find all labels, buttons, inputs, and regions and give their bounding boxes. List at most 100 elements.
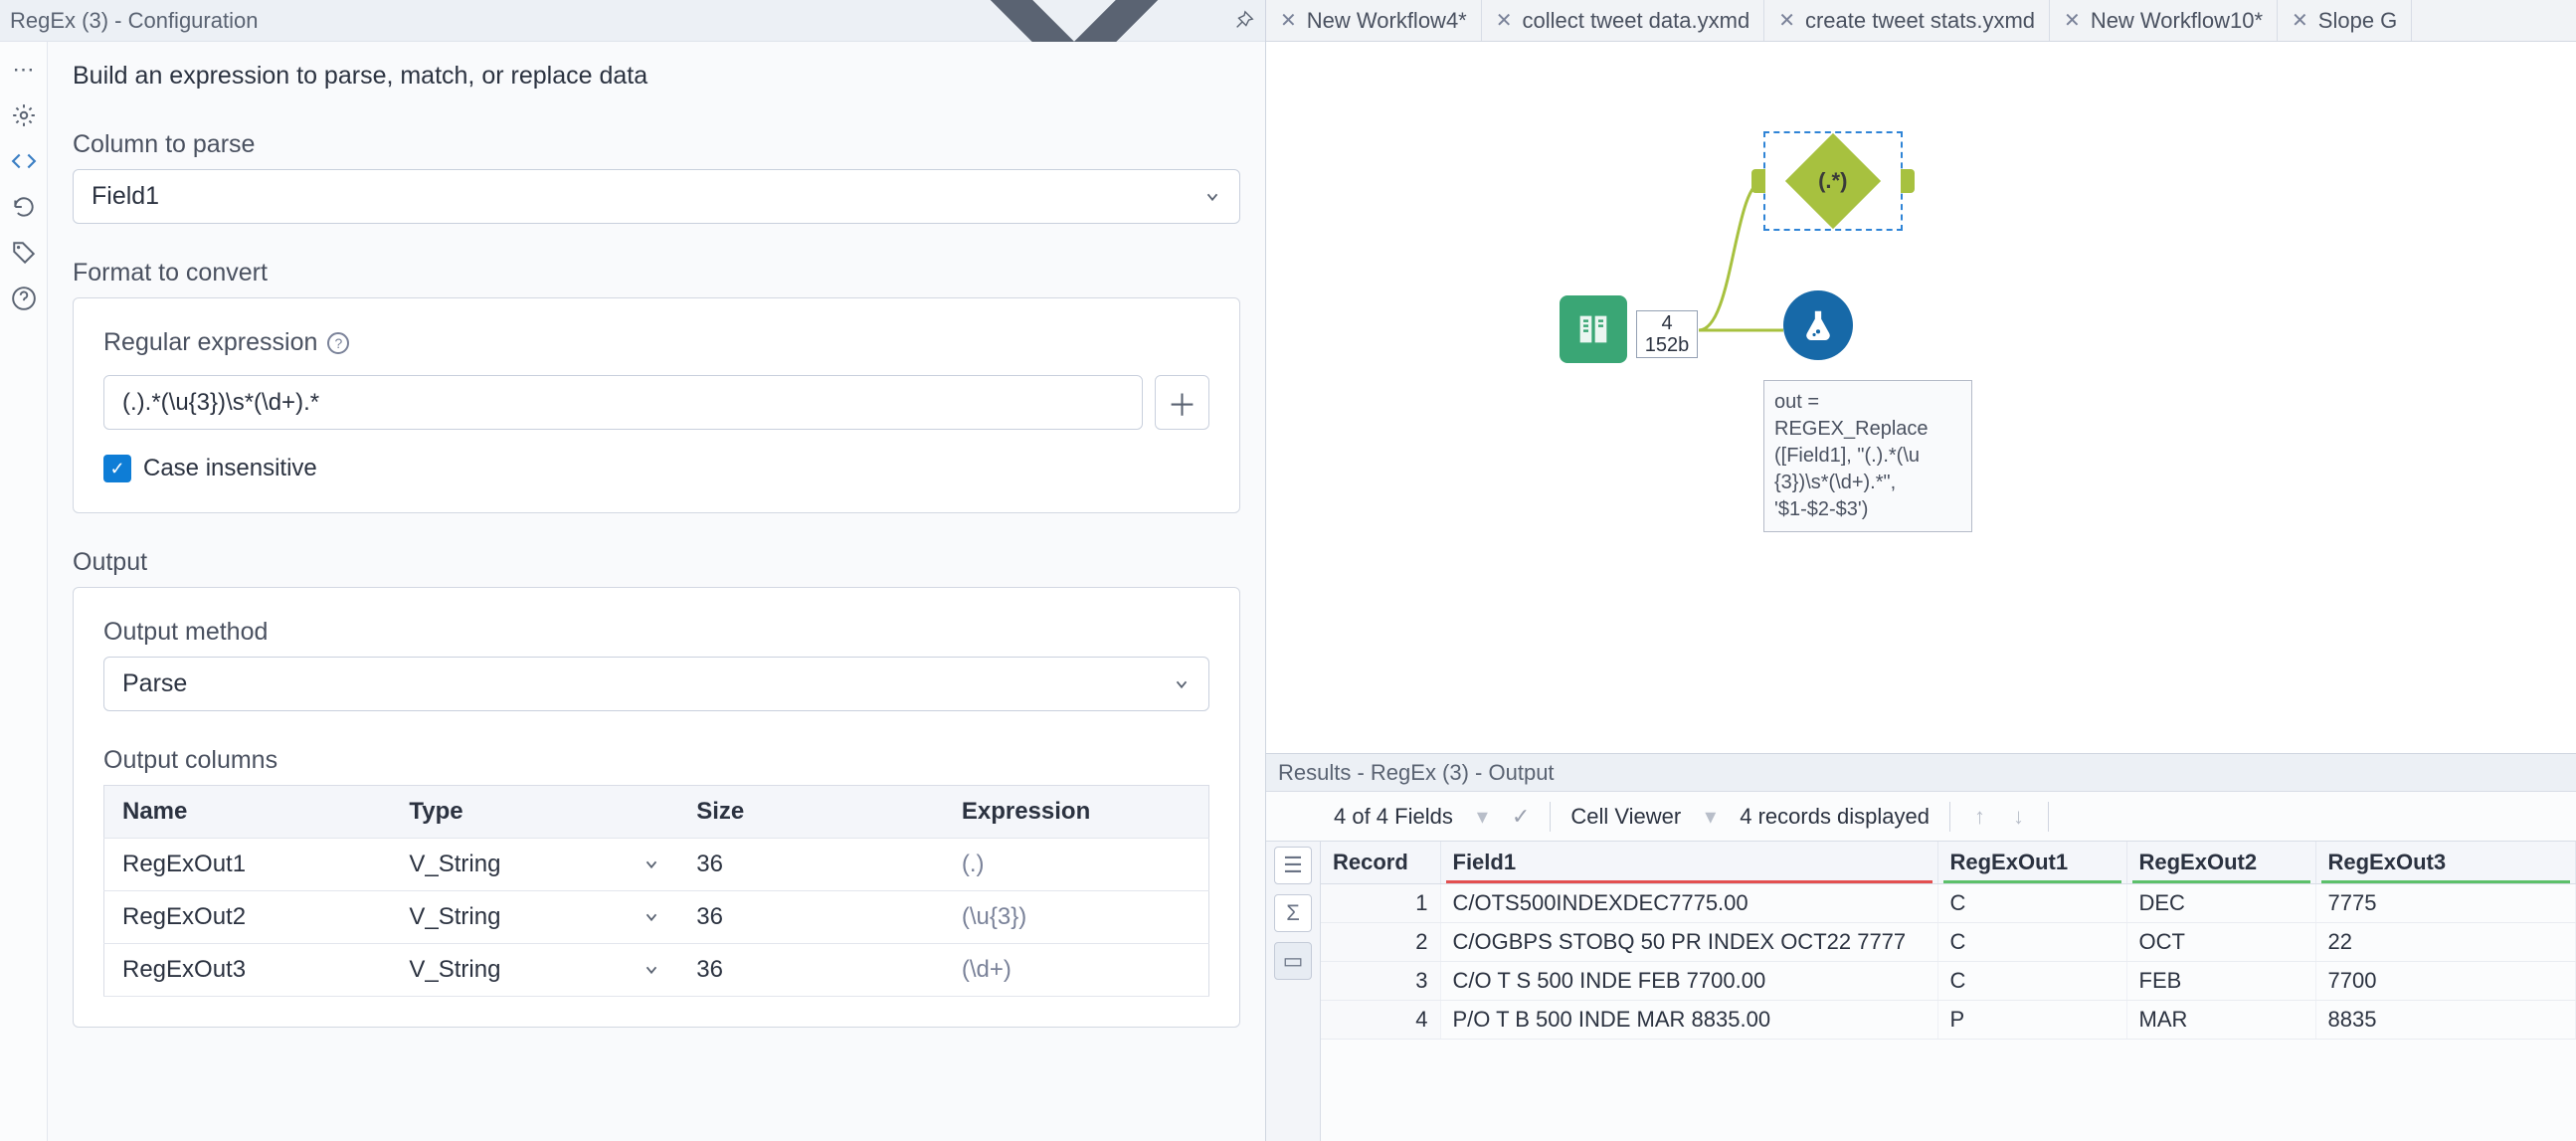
text-input-tool[interactable] [1560, 295, 1627, 363]
oc-type[interactable]: V_String [391, 839, 678, 891]
regex-tool[interactable]: (.*) [1763, 131, 1903, 231]
oc-type[interactable]: V_String [391, 891, 678, 944]
tab-label: Slope G [2318, 8, 2398, 34]
field1-cell: P/O T B 500 INDE MAR 8835.00 [1440, 1001, 1937, 1040]
tab[interactable]: ✕create tweet stats.yxmd [1764, 0, 2050, 41]
case-insensitive-checkbox-row[interactable]: ✓ Case insensitive [103, 455, 1209, 482]
results-side-toolbar: ☰ Σ ▭ [1266, 842, 1321, 1141]
configuration-panel: RegEx (3) - Configuration ⋯ [0, 0, 1266, 1141]
caret-down-icon[interactable]: ▾ [1473, 804, 1492, 830]
output-method-label: Output method [103, 618, 1209, 647]
tag-icon[interactable] [11, 240, 37, 266]
close-icon[interactable]: ✕ [1778, 8, 1795, 33]
output-method-select[interactable]: Parse [103, 657, 1209, 711]
record-number: 4 [1321, 1001, 1440, 1040]
field1-cell: C/OTS500INDEXDEC7775.00 [1440, 884, 1937, 923]
column-to-parse-select[interactable]: Field1 [73, 169, 1240, 224]
table-row[interactable]: 2C/OGBPS STOBQ 50 PR INDEX OCT22 7777COC… [1321, 923, 2576, 962]
oc-type[interactable]: V_String [391, 944, 678, 997]
regexout3-cell: 22 [2315, 923, 2576, 962]
field1-cell: C/O T S 500 INDE FEB 7700.00 [1440, 962, 1937, 1001]
regexout1-header[interactable]: RegExOut1 [1937, 842, 2126, 884]
results-title: Results - RegEx (3) - Output [1278, 760, 1555, 786]
output-columns-table: Name Type Size Expression RegExOut1V_Str… [103, 785, 1209, 997]
chevron-down-icon [643, 961, 660, 979]
oc-size[interactable]: 36 [678, 891, 944, 944]
results-panel: Results - RegEx (3) - Output 4 of 4 Fiel… [1266, 753, 2576, 1141]
close-icon[interactable]: ✕ [2292, 8, 2308, 33]
oc-name[interactable]: RegExOut2 [104, 891, 392, 944]
regexout2-cell: MAR [2126, 1001, 2315, 1040]
record-number: 1 [1321, 884, 1440, 923]
list-view-icon[interactable]: ☰ [1274, 847, 1312, 884]
oc-size[interactable]: 36 [678, 839, 944, 891]
regexout2-cell: DEC [2126, 884, 2315, 923]
table-row[interactable]: RegExOut2V_String36(\u{3}) [104, 891, 1209, 944]
oc-name[interactable]: RegExOut1 [104, 839, 392, 891]
format-box: Regular expression ? ＋ ✓ Case insensitiv… [73, 297, 1240, 513]
chevron-down-icon [1173, 675, 1191, 693]
help-icon[interactable] [11, 285, 37, 311]
tab[interactable]: ✕ Slope G [2278, 0, 2412, 41]
tab[interactable]: ✕New Workflow10* [2050, 0, 2278, 41]
config-header: RegEx (3) - Configuration [0, 0, 1265, 42]
workflow-canvas[interactable]: 4 152b (.*) out = REGEX_Replace ([Field1… [1266, 42, 2576, 753]
more-icon[interactable]: ⋯ [11, 57, 37, 83]
table-row[interactable]: 4P/O T B 500 INDE MAR 8835.00PMAR8835 [1321, 1001, 2576, 1040]
oc-name[interactable]: RegExOut3 [104, 944, 392, 997]
regexout2-cell: OCT [2126, 923, 2315, 962]
arrow-down-icon[interactable]: ↓ [2009, 804, 2028, 830]
table-row[interactable]: 1C/OTS500INDEXDEC7775.00CDEC7775 [1321, 884, 2576, 923]
config-title: RegEx (3) - Configuration [10, 8, 258, 34]
output-anchor-icon [1901, 169, 1915, 193]
pin-icon[interactable] [1233, 10, 1255, 32]
oc-expr-header: Expression [944, 786, 1209, 839]
column-to-parse-label: Column to parse [73, 130, 1240, 159]
oc-size[interactable]: 36 [678, 944, 944, 997]
cell-viewer-button[interactable]: Cell Viewer [1570, 804, 1681, 830]
close-icon[interactable]: ✕ [1496, 8, 1513, 33]
fields-count[interactable]: 4 of 4 Fields [1334, 804, 1453, 830]
output-box: Output method Parse Output columns Name … [73, 587, 1240, 1028]
regexout1-cell: C [1937, 923, 2126, 962]
formula-tool-icon [1783, 290, 1853, 360]
tab-label: New Workflow4* [1307, 8, 1467, 34]
record-header[interactable]: Record [1321, 842, 1440, 884]
arrow-up-icon[interactable]: ↑ [1970, 804, 1989, 830]
page-view-icon[interactable]: ▭ [1274, 942, 1312, 980]
field1-header[interactable]: Field1 [1440, 842, 1937, 884]
config-side-tabs: ⋯ [0, 42, 48, 1141]
records-displayed: 4 records displayed [1740, 804, 1930, 830]
table-row[interactable]: 3C/O T S 500 INDE FEB 7700.00CFEB7700 [1321, 962, 2576, 1001]
oc-name-header: Name [104, 786, 392, 839]
regexout1-cell: P [1937, 1001, 2126, 1040]
regexout2-cell: FEB [2126, 962, 2315, 1001]
tab[interactable]: ✕ New Workflow4* [1266, 0, 1482, 41]
column-to-parse-value: Field1 [92, 182, 159, 211]
help-tooltip-icon[interactable]: ? [327, 332, 349, 354]
tab[interactable]: ✕collect tweet data.yxmd [1482, 0, 1764, 41]
oc-type-header: Type [391, 786, 678, 839]
input-anchor-icon [1751, 169, 1765, 193]
formula-tool[interactable] [1783, 290, 1853, 360]
regex-input[interactable] [103, 375, 1143, 430]
refresh-icon[interactable] [11, 194, 37, 220]
code-icon[interactable] [11, 148, 37, 174]
sum-view-icon[interactable]: Σ [1274, 894, 1312, 932]
check-icon[interactable]: ✓ [1512, 804, 1530, 830]
record-number: 2 [1321, 923, 1440, 962]
table-row[interactable]: RegExOut1V_String36(.) [104, 839, 1209, 891]
close-icon[interactable]: ✕ [2064, 8, 2081, 33]
oc-size-header: Size [678, 786, 944, 839]
table-row[interactable]: RegExOut3V_String36(\d+) [104, 944, 1209, 997]
caret-down-icon[interactable]: ▾ [1701, 804, 1720, 830]
output-columns-label: Output columns [103, 746, 1209, 775]
close-icon[interactable]: ✕ [1280, 8, 1297, 33]
gear-icon[interactable] [11, 102, 37, 128]
right-panel: ✕New Workflow4*✕collect tweet data.yxmd✕… [1266, 0, 2576, 1141]
regexout2-header[interactable]: RegExOut2 [2126, 842, 2315, 884]
add-expression-button[interactable]: ＋ [1155, 375, 1209, 430]
regexout3-header[interactable]: RegExOut3 [2315, 842, 2576, 884]
regexout1-cell: C [1937, 962, 2126, 1001]
chevron-down-icon [643, 908, 660, 926]
